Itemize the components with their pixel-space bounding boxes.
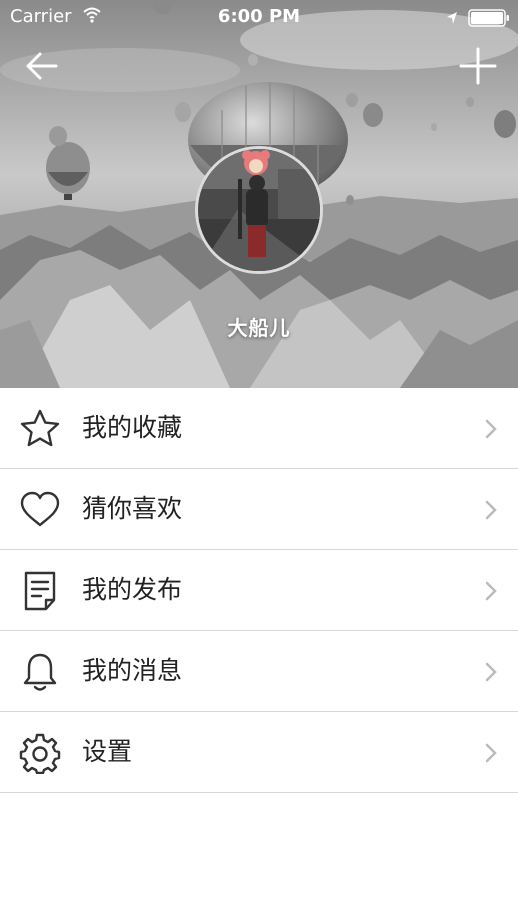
username: 大船儿	[227, 316, 291, 340]
status-time: 6:00 PM	[217, 6, 301, 27]
location-arrow-icon	[446, 9, 458, 30]
menu-item-label: 我的消息	[82, 656, 183, 685]
chevron-right-icon	[485, 743, 497, 763]
battery-icon	[468, 9, 510, 32]
gear-icon	[19, 733, 61, 774]
chevron-right-icon	[485, 662, 497, 682]
menu-item-messages[interactable]: 我的消息	[0, 631, 518, 712]
menu-item-settings[interactable]: 设置	[0, 712, 518, 793]
menu-item-my-posts[interactable]: 我的发布	[0, 550, 518, 631]
menu-item-recommendations[interactable]: 猜你喜欢	[0, 469, 518, 550]
chevron-right-icon	[485, 500, 497, 520]
menu-item-favorites[interactable]: 我的收藏	[0, 388, 518, 469]
heart-icon	[20, 491, 60, 527]
arrow-left-icon	[26, 52, 58, 80]
back-button[interactable]	[19, 44, 63, 88]
plus-icon	[459, 47, 497, 85]
profile-header: Carrier 6:00 PM 大船儿	[0, 0, 518, 388]
menu-item-label: 我的发布	[82, 575, 183, 604]
menu-item-label: 设置	[82, 737, 133, 766]
menu-item-label: 我的收藏	[82, 413, 183, 442]
status-bar: Carrier 6:00 PM	[0, 0, 518, 34]
avatar-photo	[198, 149, 320, 271]
document-icon	[24, 571, 56, 611]
avatar[interactable]	[195, 146, 323, 274]
chevron-right-icon	[485, 419, 497, 439]
profile-menu: 我的收藏 猜你喜欢 我的发布 我的消息 设置	[0, 388, 518, 793]
bell-icon	[23, 653, 57, 691]
add-button[interactable]	[456, 44, 500, 88]
menu-item-label: 猜你喜欢	[82, 494, 183, 523]
star-icon	[20, 409, 60, 447]
chevron-right-icon	[485, 581, 497, 601]
